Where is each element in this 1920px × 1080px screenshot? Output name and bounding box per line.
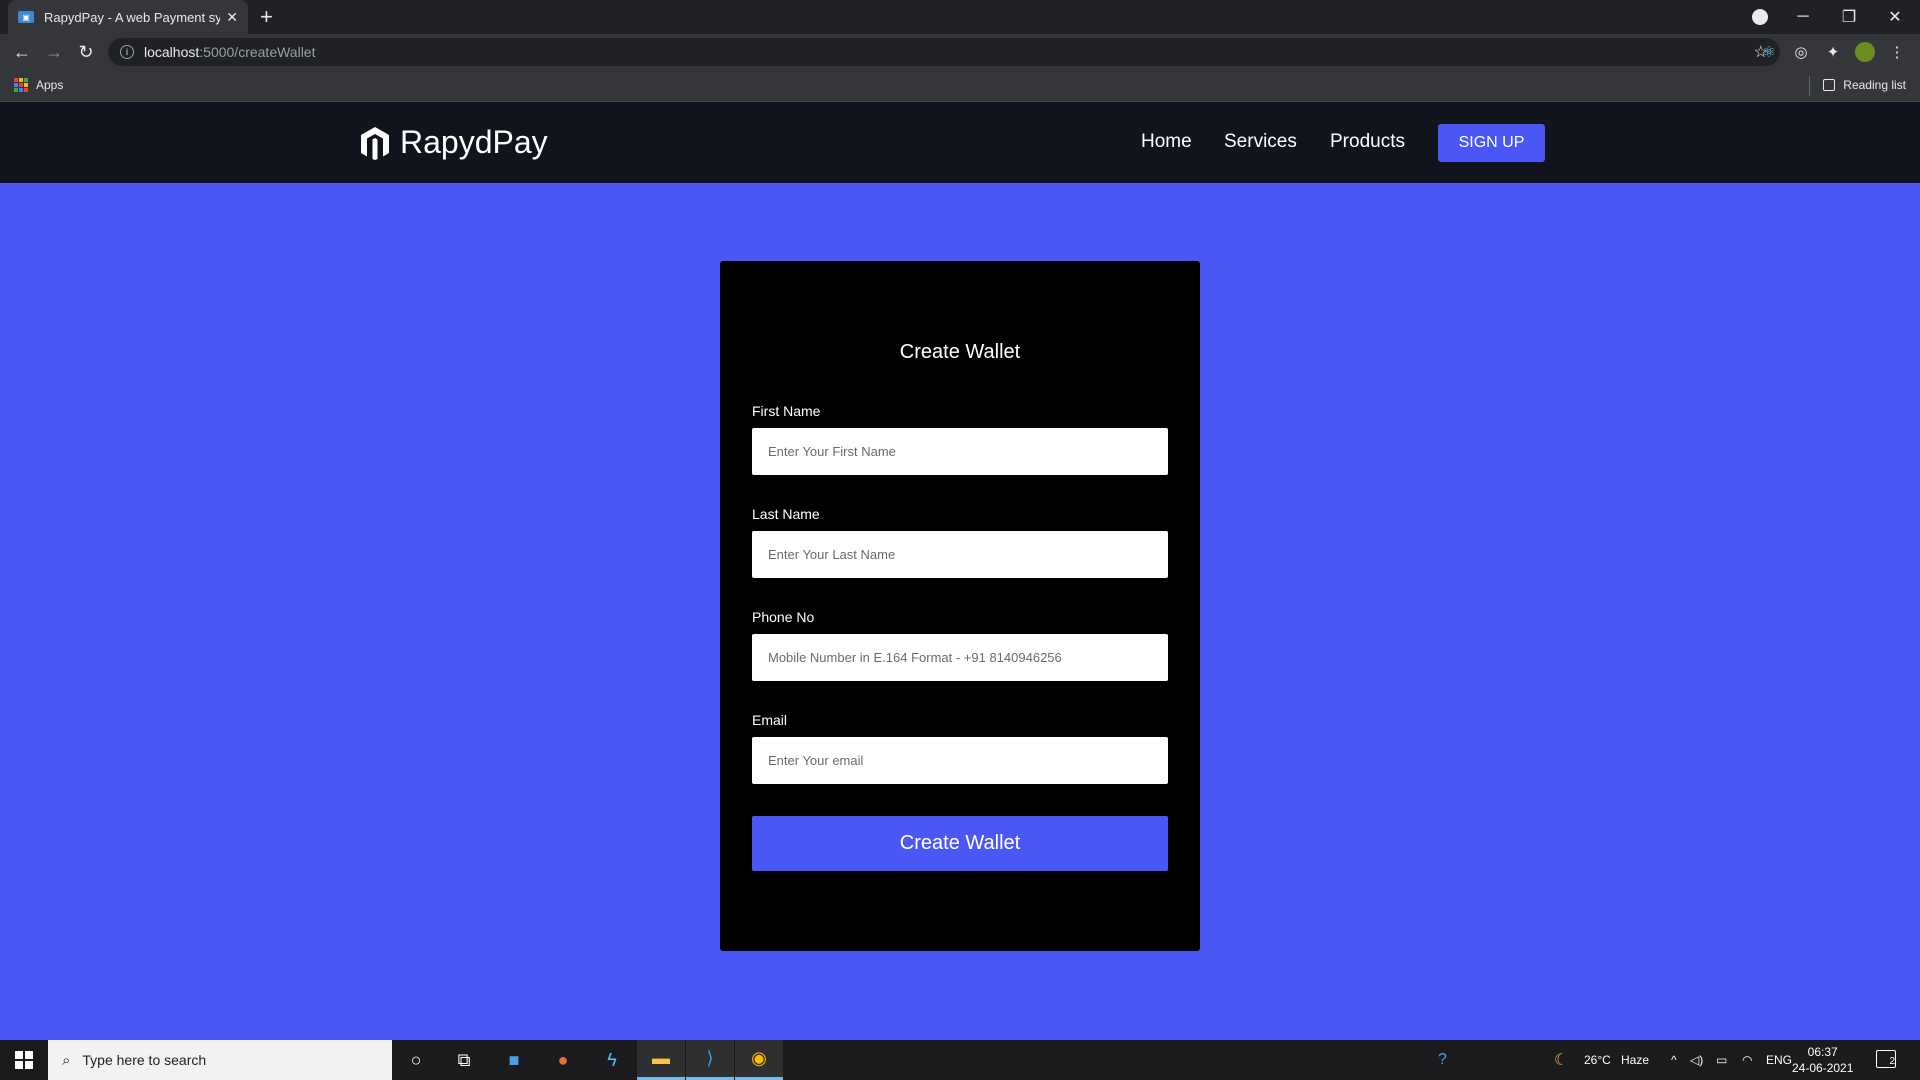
restore-button[interactable]: ❐ bbox=[1826, 0, 1872, 34]
create-wallet-card: Create Wallet First Name Last Name Phone… bbox=[720, 261, 1200, 951]
nav-link-services[interactable]: Services bbox=[1224, 131, 1297, 153]
flutter-app-icon[interactable]: ϟ bbox=[588, 1040, 636, 1080]
nav-link-products[interactable]: Products bbox=[1330, 131, 1405, 153]
url-path: :5000/createWallet bbox=[199, 44, 316, 60]
bookmarks-bar: Apps Reading list bbox=[0, 70, 1920, 102]
reading-list-label: Reading list bbox=[1843, 78, 1906, 92]
email-label: Email bbox=[752, 712, 788, 728]
bookmarks-divider bbox=[1809, 76, 1810, 96]
reading-list-button[interactable]: Reading list bbox=[1823, 78, 1906, 92]
nav-link-home[interactable]: Home bbox=[1141, 131, 1192, 153]
brand-logo-icon bbox=[361, 126, 389, 160]
windows-logo-icon bbox=[15, 1051, 33, 1069]
battery-icon[interactable]: ▭ bbox=[1716, 1040, 1727, 1080]
weather-condition[interactable]: Haze bbox=[1621, 1040, 1649, 1080]
site-favicon-icon: ▣ bbox=[18, 11, 34, 23]
tab-title: RapydPay - A web Payment syste bbox=[44, 9, 221, 25]
browser-menu-icon[interactable]: ⋮ bbox=[1887, 42, 1907, 62]
browser-toolbar: ← → ↻ i localhost:5000/createWallet ☆ bbox=[0, 34, 1920, 70]
store-icon[interactable]: ■ bbox=[490, 1040, 538, 1080]
form-title: Create Wallet bbox=[899, 341, 1021, 363]
weather-moon-icon[interactable]: ☾ bbox=[1554, 1040, 1568, 1080]
volume-icon[interactable]: ◁) bbox=[1690, 1040, 1703, 1080]
task-view-icon[interactable]: ⧉ bbox=[440, 1040, 488, 1080]
forward-arrow-icon[interactable]: → bbox=[42, 40, 66, 64]
last-name-input[interactable] bbox=[752, 531, 1168, 578]
site-header: RapydPay Home Services Products SIGN UP bbox=[0, 102, 1920, 183]
reload-icon[interactable]: ↻ bbox=[74, 40, 98, 64]
weather-temperature[interactable]: 26°C bbox=[1584, 1040, 1611, 1080]
phone-label: Phone No bbox=[752, 609, 815, 625]
file-explorer-icon[interactable]: ▬ bbox=[637, 1040, 685, 1080]
browser-tab-bar: ▣ RapydPay - A web Payment syste ✕ + ─ ❐… bbox=[0, 0, 1920, 34]
paint-app-icon[interactable]: ● bbox=[539, 1040, 587, 1080]
clock-time: 06:37 bbox=[1807, 1045, 1838, 1059]
apps-shortcut[interactable]: Apps bbox=[14, 78, 63, 92]
tab-close-icon[interactable]: ✕ bbox=[226, 9, 238, 26]
address-bar[interactable]: i localhost:5000/createWallet ☆ bbox=[108, 38, 1780, 66]
close-window-button[interactable]: ✕ bbox=[1872, 0, 1918, 34]
chrome-icon[interactable]: ◉ bbox=[735, 1040, 783, 1080]
tray-overflow-icon[interactable]: ^ bbox=[1671, 1040, 1677, 1080]
url-host: localhost bbox=[144, 44, 200, 60]
vscode-icon[interactable]: ⟩ bbox=[686, 1040, 734, 1080]
apps-grid-icon bbox=[14, 78, 28, 92]
start-button[interactable] bbox=[0, 1040, 48, 1080]
back-arrow-icon[interactable]: ← bbox=[10, 40, 34, 64]
notification-center-icon[interactable]: 2 bbox=[1876, 1050, 1896, 1068]
extension-circle-icon[interactable]: ◎ bbox=[1791, 42, 1811, 62]
apps-label: Apps bbox=[36, 78, 64, 92]
browser-tab[interactable]: ▣ RapydPay - A web Payment syste ✕ bbox=[8, 0, 248, 34]
phone-input[interactable] bbox=[752, 634, 1168, 681]
site-info-icon[interactable]: i bbox=[120, 45, 134, 59]
search-icon: ⌕ bbox=[62, 1051, 71, 1069]
signup-button[interactable]: SIGN UP bbox=[1438, 124, 1545, 162]
reading-list-icon bbox=[1823, 79, 1836, 91]
minimize-button[interactable]: ─ bbox=[1780, 0, 1826, 34]
language-indicator[interactable]: ENG bbox=[1766, 1040, 1792, 1080]
clock-date: 24-06-2021 bbox=[1792, 1061, 1854, 1075]
wifi-icon[interactable]: ◠ bbox=[1742, 1040, 1752, 1080]
taskbar-search-placeholder: Type here to search bbox=[82, 1052, 207, 1068]
last-name-label: Last Name bbox=[752, 506, 820, 522]
new-tab-button[interactable]: + bbox=[260, 4, 273, 30]
taskbar-search-box[interactable]: ⌕ Type here to search bbox=[48, 1040, 392, 1080]
react-devtools-icon[interactable]: ⚛ bbox=[1759, 42, 1779, 62]
extensions-puzzle-icon[interactable]: ✦ bbox=[1823, 42, 1843, 62]
brand-name: RapydPay bbox=[400, 124, 548, 160]
taskbar-clock[interactable]: 06:37 24-06-2021 bbox=[1792, 1044, 1853, 1076]
tab-search-icon[interactable] bbox=[1752, 9, 1768, 25]
help-icon[interactable]: ? bbox=[1438, 1040, 1447, 1080]
windows-taskbar: ⌕ Type here to search ○ ⧉ ■ ● ϟ ▬ ⟩ ◉ ? … bbox=[0, 1040, 1920, 1080]
brand-logo-link[interactable]: RapydPay bbox=[360, 124, 548, 161]
cortana-icon[interactable]: ○ bbox=[392, 1040, 440, 1080]
profile-avatar[interactable] bbox=[1855, 42, 1875, 62]
email-input[interactable] bbox=[752, 737, 1168, 784]
first-name-label: First Name bbox=[752, 403, 821, 419]
first-name-input[interactable] bbox=[752, 428, 1168, 475]
create-wallet-button[interactable]: Create Wallet bbox=[752, 816, 1168, 871]
